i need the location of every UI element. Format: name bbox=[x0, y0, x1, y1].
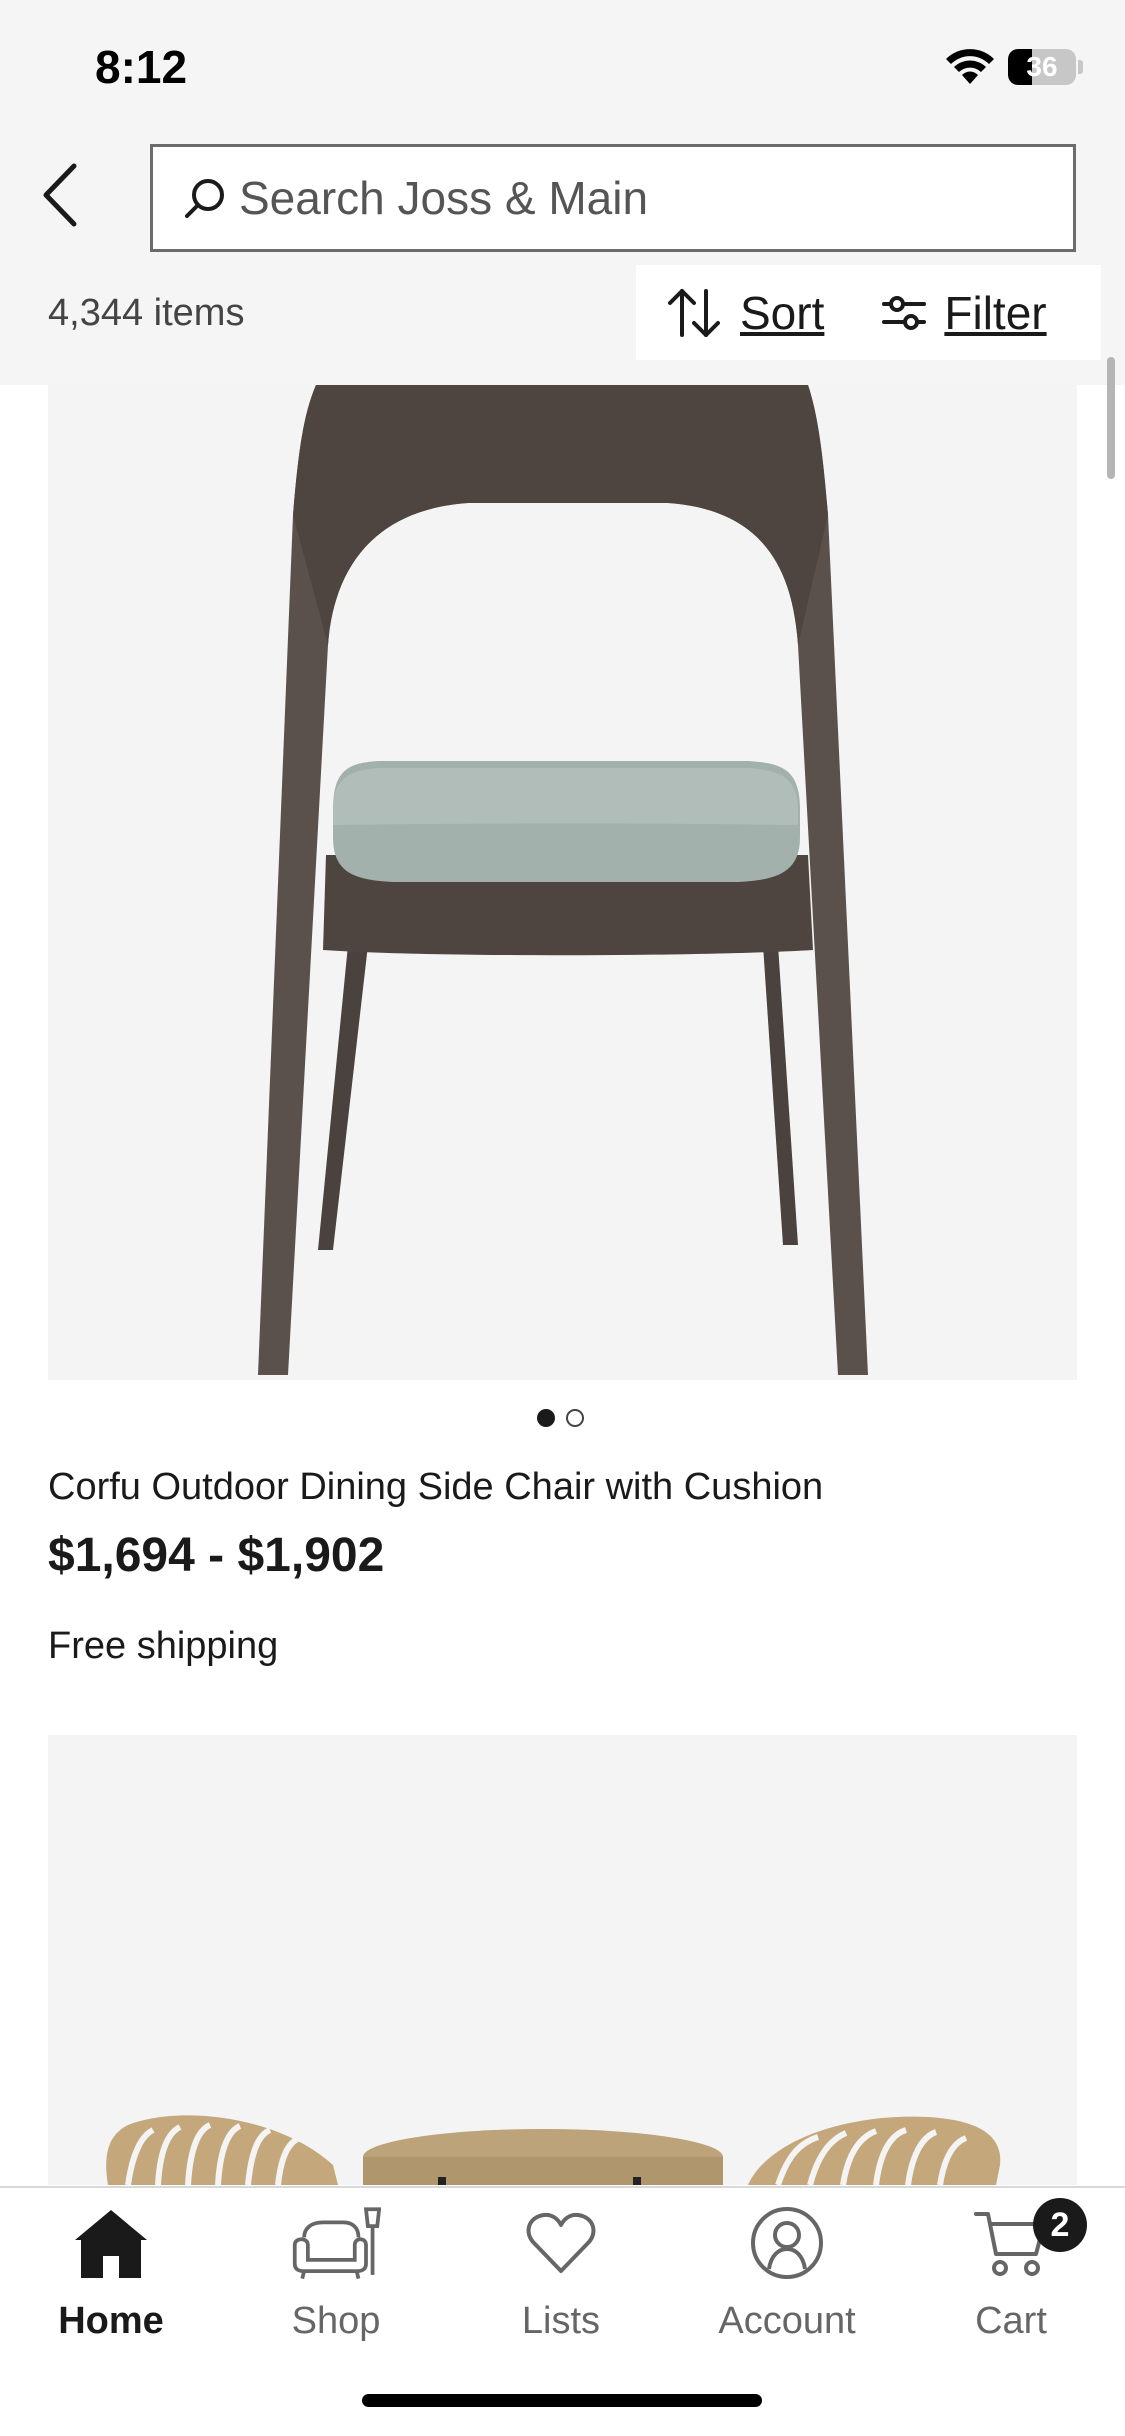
nav-home[interactable]: Home bbox=[11, 2198, 211, 2348]
heart-icon bbox=[516, 2198, 606, 2288]
nav-lists[interactable]: Lists bbox=[461, 2198, 661, 2348]
sort-icon bbox=[668, 288, 720, 337]
home-icon bbox=[66, 2198, 156, 2288]
shop-icon bbox=[291, 2198, 381, 2288]
product-image[interactable] bbox=[48, 1735, 1077, 2185]
carousel-dot[interactable] bbox=[566, 1409, 584, 1427]
status-time: 8:12 bbox=[95, 41, 188, 93]
filter-label: Filter bbox=[944, 286, 1047, 339]
search-input[interactable] bbox=[239, 171, 1039, 225]
nav-shop-label: Shop bbox=[291, 2300, 381, 2342]
wifi-icon bbox=[946, 49, 994, 84]
patio-set-image bbox=[106, 2115, 1001, 2185]
sort-filter-bar: Sort Filter bbox=[636, 265, 1101, 360]
back-button[interactable] bbox=[30, 150, 90, 240]
battery-level: 36 bbox=[1026, 51, 1058, 82]
carousel-dot-active[interactable] bbox=[537, 1409, 555, 1427]
product-shipping: Free shipping bbox=[48, 1625, 279, 1667]
sort-button[interactable]: Sort bbox=[666, 285, 824, 341]
nav-account[interactable]: Account bbox=[687, 2198, 887, 2348]
account-icon bbox=[742, 2198, 832, 2288]
product-price: $1,694 - $1,902 bbox=[48, 1529, 385, 1582]
items-count: 4,344 items bbox=[48, 292, 245, 334]
filter-button[interactable]: Filter bbox=[882, 286, 1047, 340]
search-box[interactable] bbox=[150, 144, 1076, 252]
nav-home-label: Home bbox=[58, 2300, 164, 2342]
product-image[interactable] bbox=[48, 385, 1077, 1380]
nav-account-label: Account bbox=[718, 2300, 856, 2342]
cart-count-badge: 2 bbox=[1033, 2198, 1087, 2252]
chevron-left-icon bbox=[43, 163, 77, 227]
nav-cart-label: Cart bbox=[975, 2300, 1047, 2342]
battery-icon: 36 bbox=[1008, 49, 1076, 85]
image-carousel-dots bbox=[537, 1409, 584, 1427]
home-indicator[interactable] bbox=[362, 2394, 762, 2407]
battery-cap bbox=[1078, 60, 1083, 74]
scroll-indicator[interactable] bbox=[1107, 357, 1115, 479]
status-bar: 8:12 36 bbox=[0, 0, 1125, 135]
chair-image bbox=[258, 385, 868, 1375]
filter-sliders-icon bbox=[882, 295, 927, 330]
product-title[interactable]: Corfu Outdoor Dining Side Chair with Cus… bbox=[48, 1466, 823, 1509]
search-icon bbox=[185, 179, 224, 218]
nav-shop[interactable]: Shop bbox=[236, 2198, 436, 2348]
nav-lists-label: Lists bbox=[521, 2300, 601, 2342]
sort-label: Sort bbox=[740, 286, 825, 339]
